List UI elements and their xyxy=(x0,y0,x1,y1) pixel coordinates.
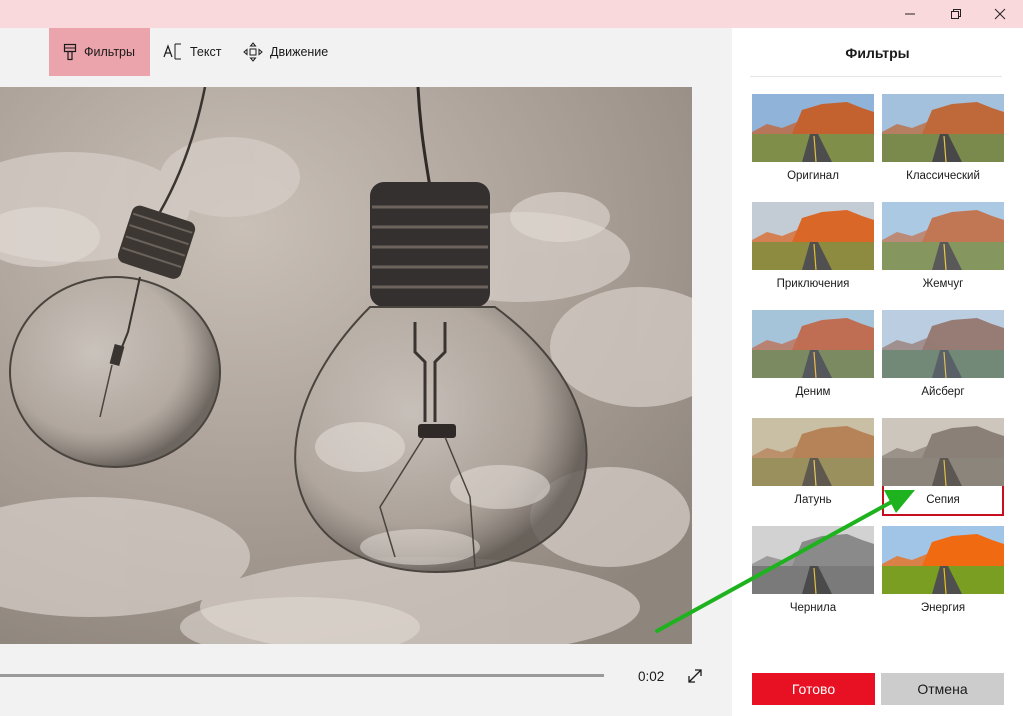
filter-label: Энергия xyxy=(920,602,966,614)
close-icon xyxy=(994,8,1006,20)
restore-icon xyxy=(951,9,961,19)
filter-label: Классический xyxy=(906,170,980,182)
filter-thumbnail xyxy=(882,418,1004,486)
tab-filters-label: Фильтры xyxy=(84,45,135,59)
tab-text[interactable]: Текст xyxy=(149,28,233,76)
filter-denim[interactable]: Деним xyxy=(752,310,874,408)
tab-filters[interactable]: Фильтры xyxy=(49,28,150,76)
expand-button[interactable] xyxy=(686,667,704,685)
filter-label: Чернила xyxy=(789,602,837,614)
filter-ink[interactable]: Чернила xyxy=(752,526,874,624)
panel-title: Фильтры xyxy=(845,45,910,61)
filter-sepia[interactable]: Сепия xyxy=(882,418,1004,516)
text-icon xyxy=(163,43,181,60)
tab-text-label: Текст xyxy=(190,45,222,59)
filter-thumbnail xyxy=(882,202,1004,270)
playback-time: 0:02 xyxy=(638,669,665,684)
filter-thumbnail xyxy=(882,94,1004,162)
filter-label: Оригинал xyxy=(787,170,839,182)
title-bar xyxy=(0,0,1023,28)
filter-original[interactable]: Оригинал xyxy=(752,94,874,192)
filter-adventure[interactable]: Приключения xyxy=(752,202,874,300)
filter-classic[interactable]: Классический xyxy=(882,94,1004,192)
filter-label: Сепия xyxy=(926,494,960,506)
filter-thumbnail xyxy=(752,418,874,486)
timeline-slider[interactable] xyxy=(0,674,604,677)
filter-thumbnail xyxy=(752,202,874,270)
minimize-button[interactable] xyxy=(887,0,933,28)
filter-thumbnail xyxy=(882,526,1004,594)
filter-label: Деним xyxy=(795,386,831,398)
tab-motion[interactable]: Движение xyxy=(229,28,340,76)
filters-panel: Фильтры Оригинал Классический Приключения Ж… xyxy=(732,28,1023,716)
filter-thumbnail xyxy=(752,94,874,162)
restore-button[interactable] xyxy=(933,0,979,28)
filter-label: Латунь xyxy=(794,494,832,506)
filter-thumbnail xyxy=(752,526,874,594)
done-button[interactable]: Готово xyxy=(752,673,875,705)
motion-icon xyxy=(243,42,263,62)
cancel-button[interactable]: Отмена xyxy=(881,673,1004,705)
editor-toolbar: Фильтры Текст Движение xyxy=(0,28,732,86)
video-preview[interactable] xyxy=(0,87,692,644)
brush-icon xyxy=(63,43,77,61)
preview-image xyxy=(0,87,692,644)
filter-brass[interactable]: Латунь xyxy=(752,418,874,516)
filter-thumbnail xyxy=(882,310,1004,378)
filter-energy[interactable]: Энергия xyxy=(882,526,1004,624)
filter-label: Жемчуг xyxy=(922,278,964,290)
close-button[interactable] xyxy=(977,0,1023,28)
filter-iceberg[interactable]: Айсберг xyxy=(882,310,1004,408)
filter-pearl[interactable]: Жемчуг xyxy=(882,202,1004,300)
filter-thumbnail xyxy=(752,310,874,378)
tab-motion-label: Движение xyxy=(270,45,329,59)
expand-icon xyxy=(688,669,702,683)
filter-label: Приключения xyxy=(776,278,850,290)
filter-label: Айсберг xyxy=(921,386,965,398)
panel-divider xyxy=(750,76,1002,77)
minimize-icon xyxy=(905,13,915,15)
